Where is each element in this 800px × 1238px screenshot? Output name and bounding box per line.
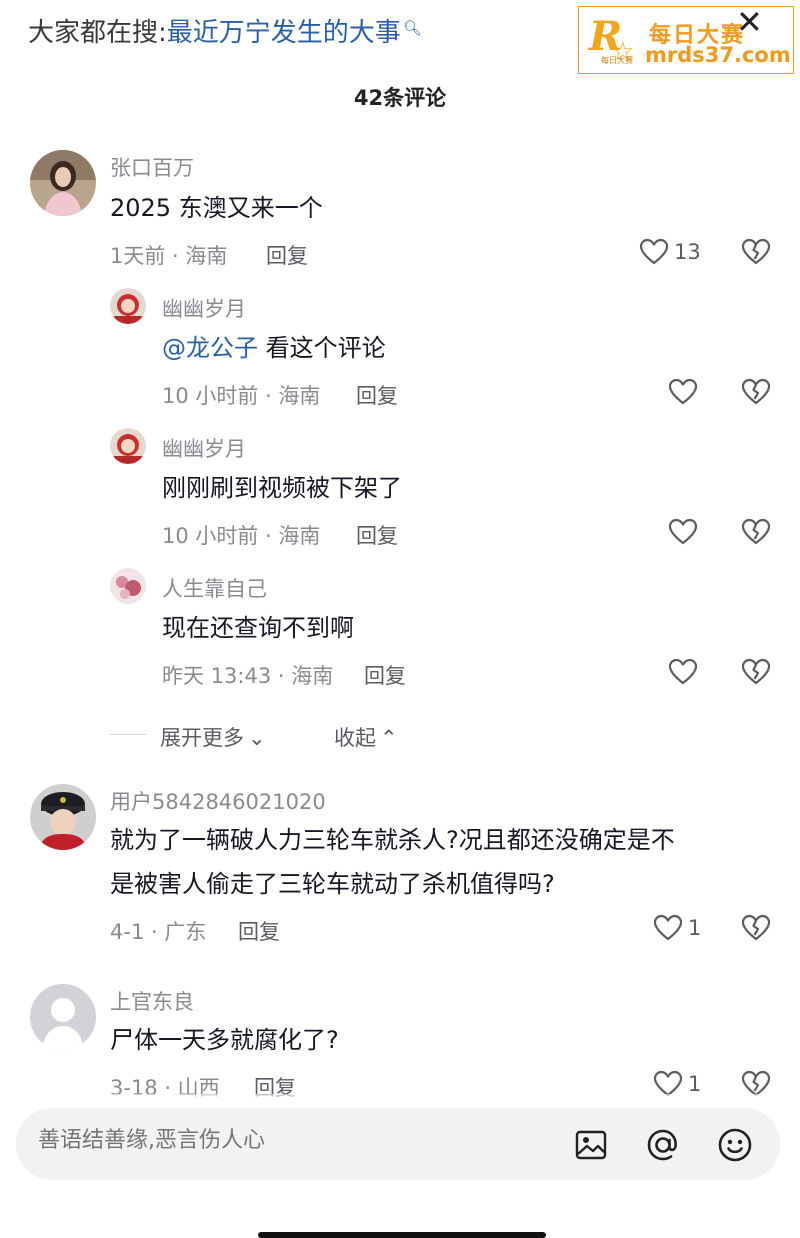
reply-button[interactable]: 回复 [266, 240, 308, 270]
search-hint-query[interactable]: 最近万宁发生的大事 [167, 18, 401, 48]
image-icon[interactable] [574, 1128, 608, 1162]
comment-input[interactable] [38, 1128, 558, 1153]
heart-icon[interactable] [668, 518, 698, 546]
reply-username[interactable]: 幽幽岁月 [162, 293, 246, 323]
like-count: 1 [688, 1072, 702, 1096]
reply-text: 现在还查询不到啊 [162, 614, 354, 642]
mention-link[interactable]: @龙公子 [162, 334, 258, 362]
expand-more-button[interactable]: 展开更多 ⌄ [160, 722, 266, 752]
broken-heart-icon[interactable] [741, 658, 771, 686]
home-indicator[interactable] [258, 1232, 546, 1238]
reply-username[interactable]: 人生靠自己 [162, 573, 267, 603]
heart-icon[interactable] [639, 238, 669, 266]
like-count: 13 [674, 240, 701, 264]
heart-icon[interactable] [653, 914, 683, 942]
comment-username[interactable]: 用户5842846021020 [110, 786, 326, 816]
comment-text-line1: 就为了一辆破人力三轮车就杀人?况且都还没确定是不 [110, 826, 675, 854]
comment-username[interactable]: 张口百万 [110, 152, 194, 182]
chevron-down-icon: ⌄ [248, 726, 266, 750]
broken-heart-icon[interactable] [741, 914, 771, 942]
reply-button[interactable]: 回复 [356, 380, 398, 410]
reply-button[interactable]: 回复 [364, 660, 406, 690]
reply-time-location: 10 小时前 · 海南 [162, 524, 321, 548]
heart-icon[interactable] [668, 658, 698, 686]
at-icon[interactable] [644, 1126, 682, 1164]
reply-username[interactable]: 幽幽岁月 [162, 433, 246, 463]
avatar[interactable] [110, 568, 146, 604]
reply-text: 刚刚刷到视频被下架了 [162, 474, 402, 502]
reply-text-body: 看这个评论 [258, 334, 386, 362]
comment-text: 尸体一天多就腐化了? [110, 1026, 339, 1054]
collapse-label: 收起 [334, 726, 376, 750]
search-icon: 🔍︎ [402, 19, 422, 37]
avatar[interactable] [30, 984, 96, 1050]
chevron-up-icon: ⌃ [380, 726, 398, 750]
reply-button[interactable]: 回复 [356, 520, 398, 550]
comment-input-bar [16, 1108, 780, 1180]
broken-heart-icon[interactable] [741, 238, 771, 266]
collapse-button[interactable]: 收起 ⌃ [334, 722, 398, 752]
avatar[interactable] [30, 150, 96, 216]
reply-button[interactable]: 回复 [238, 916, 280, 946]
reply-time-location: 10 小时前 · 海南 [162, 384, 321, 408]
watermark-logo: R ☆ 每日大赛 [589, 13, 645, 71]
comment-text-line2: 是被害人偷走了三轮车就动了杀机值得吗? [110, 870, 555, 898]
comment-time-location: 1天前 · 海南 [110, 244, 228, 268]
comment-username[interactable]: 上官东良 [110, 986, 194, 1016]
reply-time-location: 昨天 13:43 · 海南 [162, 664, 334, 688]
watermark-url: mrds37.com [645, 43, 791, 67]
reply-text: @龙公子 看这个评论 [162, 326, 386, 370]
broken-heart-icon[interactable] [741, 378, 771, 406]
close-icon[interactable]: ✕ [736, 6, 763, 38]
watermark-logo-mini: 每日大赛 [601, 56, 633, 65]
emoji-icon[interactable] [716, 1126, 754, 1164]
comment-count-title: 42条评论 [353, 86, 447, 110]
like-count: 1 [688, 916, 702, 940]
heart-icon[interactable] [668, 378, 698, 406]
avatar[interactable] [110, 428, 146, 464]
comment-time-location: 4-1 · 广东 [110, 920, 207, 944]
list-fade-overlay [0, 1094, 800, 1108]
avatar[interactable] [30, 784, 96, 850]
broken-heart-icon[interactable] [741, 518, 771, 546]
comment-text: 2025 东澳又来一个 [110, 194, 323, 222]
search-hint-prefix: 大家都在搜: [28, 18, 167, 48]
avatar[interactable] [110, 288, 146, 324]
trending-search-hint[interactable]: 大家都在搜:最近万宁发生的大事 🔍︎ [28, 12, 422, 49]
expand-more-label: 展开更多 [160, 726, 244, 750]
expand-divider [110, 734, 146, 735]
